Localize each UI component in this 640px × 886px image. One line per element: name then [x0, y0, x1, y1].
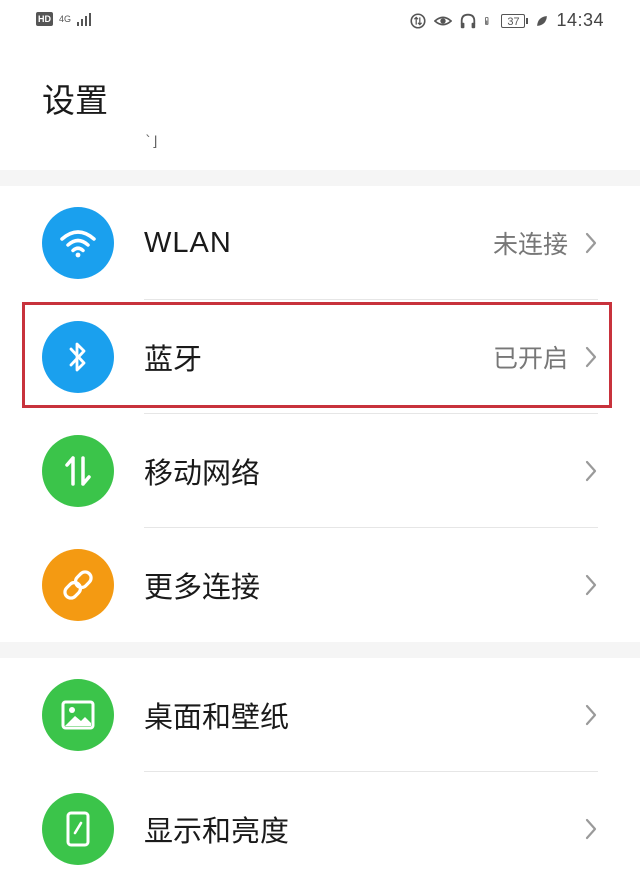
settings-item-more-connections[interactable]: 更多连接: [0, 528, 640, 642]
chevron-right-icon: [584, 772, 598, 886]
display-icon: [66, 811, 90, 847]
network-type-label: 4G: [59, 13, 72, 24]
leaf-icon: [537, 15, 548, 26]
mobile-network-icon-badge: [42, 435, 114, 507]
signal-strength-icon: [77, 12, 92, 26]
sync-icon: [410, 12, 427, 29]
settings-item-label: 桌面和壁纸: [144, 700, 290, 734]
battery-level: 37: [501, 13, 526, 28]
status-bar: HD 4G 37 14:34: [0, 0, 640, 44]
display-icon-badge: [42, 793, 114, 865]
settings-item-label: 移动网络: [144, 456, 261, 490]
scroll-hint: ˋ⌋: [145, 134, 158, 150]
wlan-icon-badge: [42, 207, 114, 279]
chevron-right-icon: [584, 414, 598, 528]
status-bar-left: HD 4G: [36, 12, 92, 26]
section-gap-top: [0, 170, 640, 186]
eye-comfort-icon: [434, 16, 453, 25]
headphones-icon: [461, 13, 476, 28]
settings-item-status: 未连接: [492, 230, 568, 259]
settings-item-status: 已开启: [492, 344, 568, 373]
page-title: 设置: [42, 81, 108, 120]
bluetooth-icon-badge: [42, 321, 114, 393]
mobile-data-icon: [65, 456, 91, 486]
settings-item-label: 蓝牙: [144, 342, 203, 376]
chevron-right-icon: [584, 300, 598, 414]
settings-item-display[interactable]: 显示和亮度: [0, 772, 640, 886]
settings-item-label: 更多连接: [144, 570, 261, 604]
status-bar-right: 37 14:34: [409, 10, 604, 31]
section-gap-middle: [0, 642, 640, 658]
settings-item-mobile-network[interactable]: 移动网络: [0, 414, 640, 528]
clock: 14:34: [556, 10, 604, 30]
settings-item-label: 显示和亮度: [144, 814, 290, 848]
display-section: 桌面和壁纸 显示和亮度: [0, 658, 640, 886]
settings-item-wallpaper[interactable]: 桌面和壁纸: [0, 658, 640, 772]
wifi-icon: [60, 230, 96, 258]
wallpaper-icon: [61, 700, 95, 730]
bluetooth-icon: [69, 342, 86, 372]
settings-item-bluetooth[interactable]: 蓝牙 已开启: [0, 300, 640, 414]
chevron-right-icon: [584, 658, 598, 772]
more-connections-icon-badge: [42, 549, 114, 621]
chevron-right-icon: [584, 186, 598, 300]
battery-icon: 37: [501, 13, 529, 28]
network-type: 4G: [59, 13, 72, 24]
battery-saver-icon: [485, 16, 489, 25]
hd-badge: HD: [36, 12, 53, 26]
wallpaper-icon-badge: [42, 679, 114, 751]
connections-section: WLAN 未连接 蓝牙 已开启 移动网络 更多连接: [0, 186, 640, 642]
chevron-right-icon: [584, 528, 598, 642]
settings-item-wlan[interactable]: WLAN 未连接: [0, 186, 640, 300]
settings-item-label: WLAN: [144, 226, 232, 259]
link-icon: [63, 570, 93, 600]
